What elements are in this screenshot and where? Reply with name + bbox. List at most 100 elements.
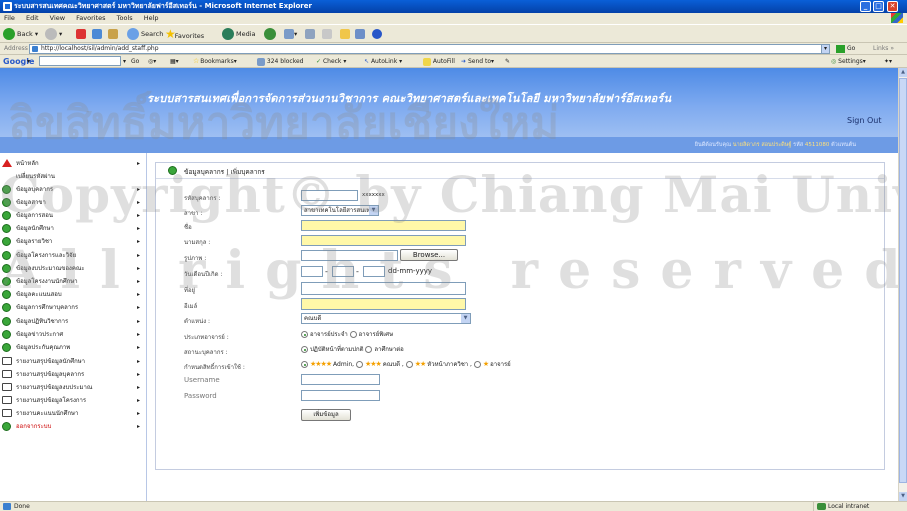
access-head-radio[interactable] — [405, 361, 413, 368]
staff-id-hint: xxxxxxx — [362, 192, 385, 198]
google-go-button[interactable]: Go — [131, 56, 139, 67]
sidebar-item[interactable]: รายงานคะแนนนักศึกษา ▸ — [2, 408, 144, 420]
menu-tools[interactable]: Tools — [117, 14, 133, 22]
stop-button[interactable] — [76, 28, 86, 41]
position-select[interactable]: คณบดี ▼ — [301, 313, 471, 324]
teacher-type-regular-radio[interactable] — [301, 331, 308, 338]
sidebar-item[interactable]: ข้อมูลสาขา ▸ — [2, 197, 144, 209]
maximize-button[interactable]: □ — [873, 1, 884, 12]
sidebar-item[interactable]: ข้อมูลประกันคุณภาพ ▸ — [2, 342, 144, 354]
forward-button[interactable]: ▾ — [45, 28, 62, 41]
sidebar-item[interactable]: ออกจากระบบ ▸ — [2, 421, 144, 433]
position-label: ตำแหน่ง : — [184, 318, 211, 325]
chevron-right-icon: ▸ — [136, 410, 140, 417]
password-input[interactable] — [301, 390, 380, 401]
photo-file-input[interactable] — [301, 250, 398, 261]
google-logo-icon[interactable]: ◎▾ — [148, 56, 156, 67]
autofill-button[interactable]: AutoFill — [423, 56, 455, 67]
address-input[interactable]: http://localhost/sil/admin/add_staff.php — [29, 44, 822, 54]
sidebar-item[interactable]: รายงานสรุปข้อมูลบุคลากร ▸ — [2, 369, 144, 381]
sidebar-item[interactable]: ข้อมูลโครงการและวิจัย ▸ — [2, 250, 144, 262]
extra-tools-icon[interactable]: ✦▾ — [884, 56, 892, 67]
close-button[interactable]: ✕ — [887, 1, 898, 12]
menu-edit[interactable]: Edit — [26, 14, 39, 22]
sidebar-item[interactable]: ข้อมูลการศึกษาบุคลากร ▸ — [2, 302, 144, 314]
favorites-button[interactable]: ★Favorites — [165, 28, 204, 41]
sidebar-item[interactable]: ข้อมูลบุคลากร ▸ — [2, 184, 144, 196]
email-input[interactable] — [301, 298, 466, 310]
access-teacher-radio[interactable] — [473, 361, 481, 368]
back-button[interactable]: Back ▾ — [3, 28, 38, 41]
refresh-button[interactable] — [92, 28, 102, 41]
sidebar-item[interactable]: ข้อมูลข่าวประกาศ ▸ — [2, 329, 144, 341]
menu-file[interactable]: File — [4, 14, 15, 22]
green-bullet-icon — [2, 303, 11, 312]
sidebar-item[interactable]: หน้าหลัก ▸ — [2, 158, 144, 170]
sidebar-item[interactable]: รายงานสรุปข้อมูลนักศึกษา ▸ — [2, 356, 144, 368]
home-button[interactable] — [108, 28, 118, 41]
folder-button[interactable] — [340, 28, 350, 41]
menu-favorites[interactable]: Favorites — [76, 14, 105, 22]
menu-view[interactable]: View — [50, 14, 65, 22]
sidebar-item[interactable]: ข้อมูลปฏิทินวิชาการ ▸ — [2, 316, 144, 328]
sendto-button[interactable]: ➜ Send to▾ — [461, 56, 494, 67]
sidebar-item[interactable]: ข้อมูลรายวิชา ▸ — [2, 236, 144, 248]
sidebar-item[interactable]: ข้อมูลการสอน ▸ — [2, 210, 144, 222]
branch-select[interactable]: สาขาเทคโนโลยีสารสนเทศ ▼ — [301, 205, 379, 216]
scroll-thumb[interactable] — [899, 78, 907, 483]
bookmarks-button[interactable]: ☆ Bookmarks▾ — [193, 56, 237, 67]
vertical-scrollbar[interactable]: ▲ ▼ — [898, 68, 907, 501]
teacher-type-special-radio[interactable] — [349, 331, 357, 338]
status-study-leave-radio[interactable] — [365, 346, 373, 353]
scroll-up-icon[interactable]: ▲ — [899, 68, 907, 77]
address-input[interactable] — [301, 282, 466, 295]
settings-button[interactable]: ◎ Settings▾ — [831, 56, 866, 67]
sidebar-item[interactable]: เปลี่ยนรหัสผ่าน — [2, 171, 144, 183]
submit-button[interactable]: เพิ่มข้อมูล — [301, 409, 351, 421]
username-input[interactable] — [301, 374, 380, 385]
spell-check-button[interactable]: ✓ Check ▾ — [316, 56, 346, 67]
sidebar-item[interactable]: ข้อมูลงบประมาณของคณะ ▸ — [2, 263, 144, 275]
history-button[interactable] — [264, 28, 278, 41]
menu-bar: File Edit View Favorites Tools Help — [0, 13, 907, 24]
birth-year-input[interactable] — [363, 266, 385, 277]
messenger-button[interactable] — [355, 28, 365, 41]
print-button[interactable] — [305, 28, 315, 41]
name-input[interactable] — [301, 220, 466, 231]
mail-icon — [284, 29, 294, 39]
popup-blocked-button[interactable]: 324 blocked — [257, 56, 304, 67]
sidebar-item[interactable]: รายงานสรุปข้อมูลโครงการ ▸ — [2, 395, 144, 407]
birth-day-input[interactable] — [301, 266, 323, 277]
google-search-dropdown-icon[interactable]: ▾ — [123, 56, 126, 67]
browse-button[interactable]: Browse... — [400, 249, 458, 261]
access-dean-radio[interactable] — [355, 361, 363, 368]
scroll-down-icon[interactable]: ▼ — [899, 492, 907, 501]
highlight-pen-icon[interactable]: ✎ — [505, 56, 510, 67]
birth-month-input[interactable] — [332, 266, 354, 277]
search-button[interactable]: Search — [127, 28, 163, 41]
chevron-right-icon: ▸ — [136, 318, 140, 325]
sidebar-item[interactable]: ข้อมูลนักศึกษา ▸ — [2, 223, 144, 235]
mail-button[interactable]: ▾ — [284, 28, 297, 41]
surname-input[interactable] — [301, 235, 466, 246]
go-button[interactable]: Go — [836, 44, 855, 54]
edit-button[interactable] — [322, 28, 332, 41]
google-search-input[interactable] — [39, 56, 121, 66]
staff-id-input[interactable] — [301, 190, 358, 201]
autolink-button[interactable]: ↖ AutoLink ▾ — [364, 56, 402, 67]
panel-header: ข้อมูลบุคลากร | เพิ่มบุคลากร — [156, 163, 884, 179]
sign-out-link[interactable]: Sign Out — [847, 116, 882, 125]
status-normal-radio[interactable] — [301, 346, 308, 353]
address-dropdown-button[interactable]: ▾ — [821, 44, 830, 54]
minimize-button[interactable]: _ — [860, 1, 871, 12]
links-button[interactable]: Links » — [873, 44, 894, 54]
bluetooth-button[interactable] — [372, 28, 382, 41]
sidebar-item[interactable]: ข้อมูลโครงงานนักศึกษา ▸ — [2, 276, 144, 288]
sidebar-item[interactable]: ข้อมูลคะแนนสอบ ▸ — [2, 289, 144, 301]
pagerank-icon[interactable]: ▦▾ — [170, 56, 179, 67]
access-admin-radio[interactable] — [301, 361, 308, 368]
google-dropdown-icon[interactable]: ▾ — [27, 56, 30, 67]
sidebar-item[interactable]: รายงานสรุปข้อมูลงบประมาณ ▸ — [2, 382, 144, 394]
menu-help[interactable]: Help — [144, 14, 159, 22]
media-button[interactable]: Media — [222, 28, 256, 41]
